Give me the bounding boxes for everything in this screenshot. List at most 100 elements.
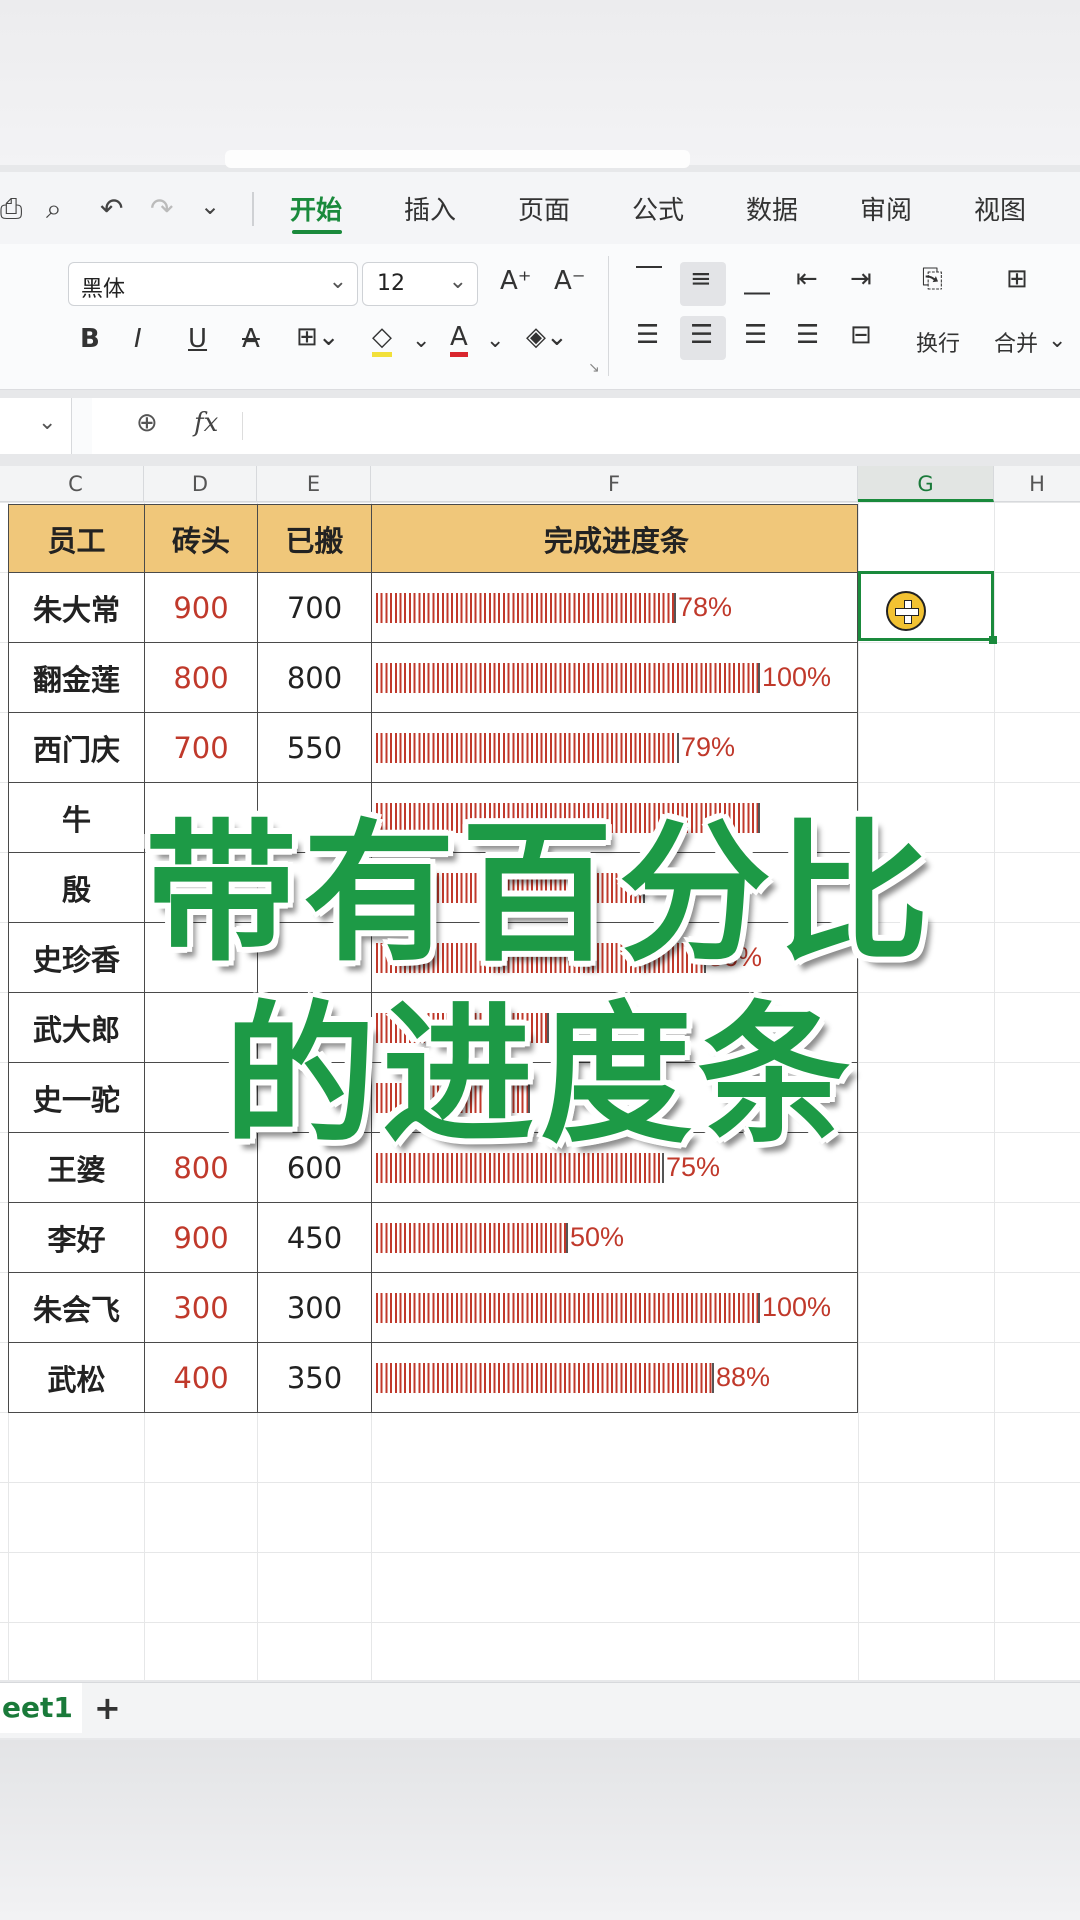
employee-name[interactable]: 朱大常 [8,572,145,643]
header-employee[interactable]: 员工 [8,504,145,573]
progress-percent: 100% [762,1292,832,1322]
employee-name[interactable]: 翻金莲 [8,642,145,713]
bold-icon[interactable]: B [80,324,100,354]
employee-name[interactable]: 李好 [8,1202,145,1273]
tab-insert[interactable]: 插入 [404,190,456,227]
column-header-d[interactable]: D [144,466,257,502]
moved-value[interactable]: 450 [257,1202,372,1273]
name-box[interactable]: ⌄ [0,398,72,454]
chevron-down-icon: ⌄ [328,269,347,294]
progress-cell[interactable]: 50% [371,1202,858,1273]
align-top-icon[interactable]: ⎺ [636,264,662,295]
progress-bar-wrap: 100% [376,1291,857,1325]
font-size-value: 12 [377,271,405,296]
fx-label[interactable]: fx [194,408,218,438]
divider [608,256,609,376]
bricks-value[interactable]: 400 [144,1342,258,1413]
progress-bar-wrap: 50% [376,1221,857,1255]
chevron-down-icon: ⌄ [448,269,467,294]
progress-cell[interactable]: 100% [371,1272,858,1343]
border-icon[interactable]: ⊞⌄ [296,322,340,352]
moved-value[interactable]: 800 [257,642,372,713]
chevron-down-icon[interactable]: ⌄ [200,192,220,220]
tab-page[interactable]: 页面 [518,190,570,227]
column-header-c[interactable]: C [8,466,144,502]
formula-input[interactable]: ⊕ fx [92,398,1080,454]
font-color-icon[interactable]: A [450,322,468,357]
decrease-font-size-icon[interactable]: A⁻ [554,266,586,296]
progress-bar [376,662,760,693]
tab-data[interactable]: 数据 [746,190,798,227]
distributed-align-icon[interactable]: ⊟ [850,320,872,350]
chevron-down-icon[interactable]: ⌄ [412,328,430,353]
column-header-h[interactable]: H [994,466,1080,502]
bricks-value[interactable]: 800 [144,642,258,713]
italic-icon[interactable]: I [134,324,142,354]
sheet-tab[interactable]: eet1 [0,1683,82,1733]
progress-cell[interactable]: 100% [371,642,858,713]
justify-icon[interactable]: ☰ [796,320,819,350]
progress-percent: 100% [762,662,832,692]
tab-formula[interactable]: 公式 [632,190,684,227]
column-header-f[interactable]: F [371,466,858,502]
progress-bar [376,732,679,763]
tab-review[interactable]: 审阅 [860,190,912,227]
redo-icon[interactable]: ↷ [150,192,173,225]
align-right-icon[interactable]: ☰ [744,320,767,350]
employee-name[interactable]: 武松 [8,1342,145,1413]
gridline [0,1552,1080,1553]
gridline [0,1482,1080,1483]
chevron-down-icon[interactable]: ⌄ [1048,328,1066,353]
merge-cells-icon[interactable]: ⊞ [1006,264,1028,294]
wrap-text-icon[interactable]: ⎘ [922,264,943,295]
increase-font-size-icon[interactable]: A⁺ [500,266,532,296]
progress-bar-wrap: 79% [376,731,857,765]
dialog-launcher-icon[interactable]: ↘ [588,360,600,376]
chevron-down-icon: ⌄ [38,410,57,435]
moved-value[interactable]: 350 [257,1342,372,1413]
bricks-value[interactable]: 900 [144,1202,258,1273]
header-moved[interactable]: 已搬 [257,504,372,573]
ribbon-panel: 黑体 ⌄ 12 ⌄ A⁺ A⁻ B I U A ⊞⌄ ◇ ⌄ A ⌄ ◈⌄ ↘ … [0,244,1080,390]
decrease-indent-icon[interactable]: ⇤ [796,264,818,294]
selected-cell[interactable] [858,571,994,641]
moved-value[interactable]: 700 [257,572,372,643]
zoom-icon[interactable]: ⊕ [136,408,158,438]
fill-handle[interactable] [989,636,997,644]
clear-format-icon[interactable]: ◈⌄ [526,322,568,352]
tab-home[interactable]: 开始 [290,190,342,227]
progress-cell[interactable]: 88% [371,1342,858,1413]
active-tab-underline [292,230,342,234]
employee-name[interactable]: 朱会飞 [8,1272,145,1343]
ribbon-tab-bar: ⎙ ⌕ ↶ ↷ ⌄ 开始 插入 页面 公式 数据 审阅 视图 [0,172,1080,244]
progress-bar-wrap: 78% [376,591,857,625]
progress-cell[interactable]: 78% [371,572,858,643]
add-sheet-button[interactable]: + [94,1689,121,1727]
header-bricks[interactable]: 砖头 [144,504,258,573]
underline-icon[interactable]: U [188,324,207,354]
font-size-select[interactable]: 12 ⌄ [362,262,478,306]
align-bottom-icon[interactable]: ⎽ [744,266,770,297]
align-center-icon[interactable]: ☰ [690,320,713,350]
strikethrough-icon[interactable]: A [242,324,260,354]
print-preview-icon[interactable]: ⌕ [46,192,62,226]
font-name-select[interactable]: 黑体 ⌄ [68,262,358,306]
moved-value[interactable]: 300 [257,1272,372,1343]
progress-bar-wrap: 100% [376,661,857,695]
wrap-text-label[interactable]: 换行 [916,326,960,358]
bricks-value[interactable]: 900 [144,572,258,643]
column-header-g[interactable]: G [858,466,994,502]
tab-view[interactable]: 视图 [974,190,1026,227]
align-middle-icon[interactable]: ≡ [690,264,712,294]
chevron-down-icon[interactable]: ⌄ [486,328,504,353]
fill-color-icon[interactable]: ◇ [372,322,392,357]
bricks-value[interactable]: 300 [144,1272,258,1343]
print-icon[interactable]: ⎙ [0,192,22,226]
table-row: 翻金莲 800 800 100% [8,642,858,713]
header-progress-bar[interactable]: 完成进度条 [371,504,858,573]
column-header-e[interactable]: E [257,466,371,502]
increase-indent-icon[interactable]: ⇥ [850,264,872,294]
merge-cells-label[interactable]: 合并 [994,326,1038,358]
align-left-icon[interactable]: ☰ [636,320,659,350]
undo-icon[interactable]: ↶ [100,192,123,225]
